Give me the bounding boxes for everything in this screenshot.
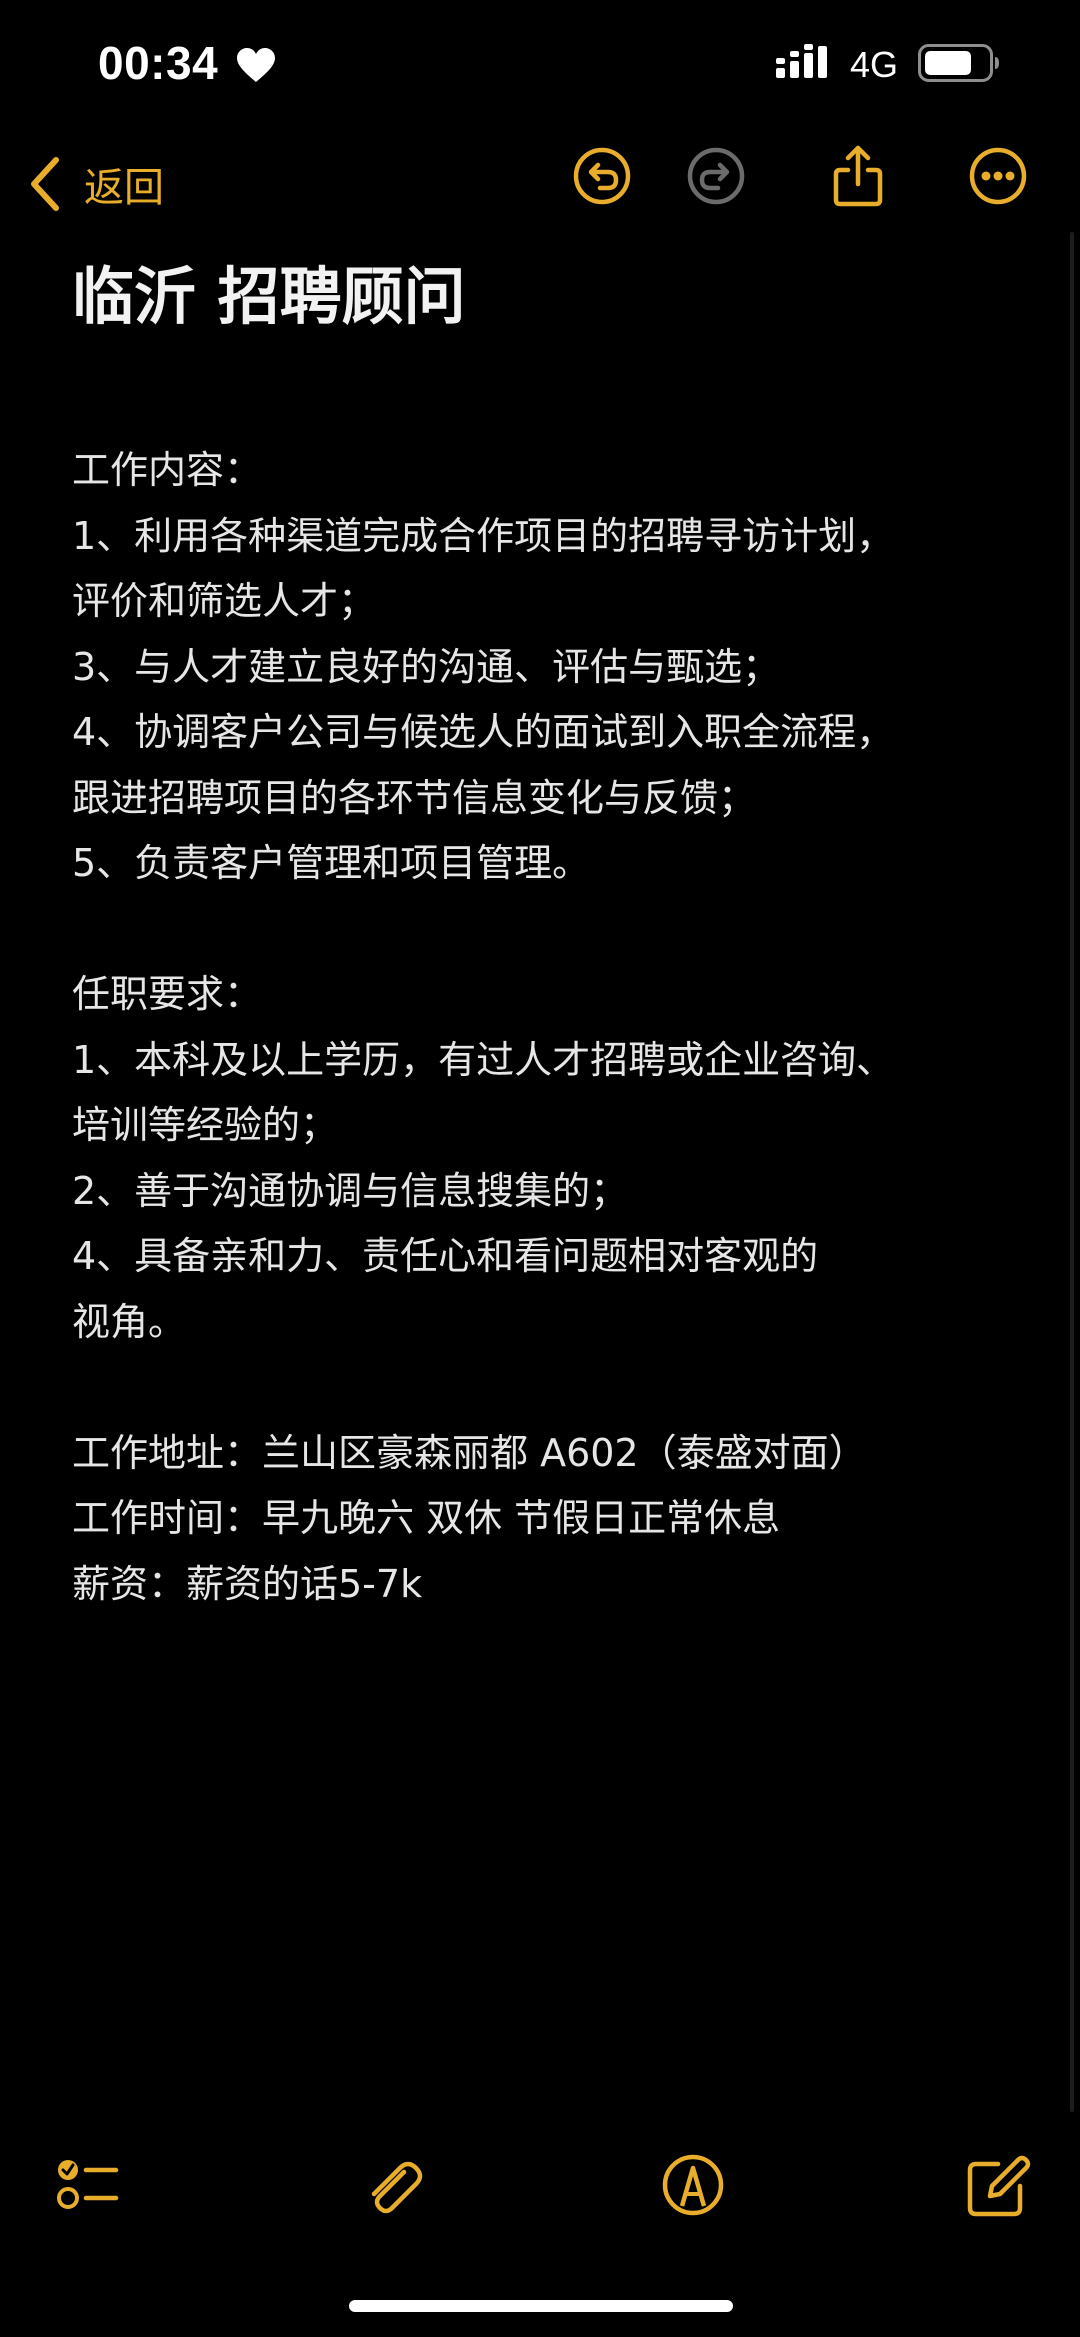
- requirement-line: 视角。: [72, 1299, 187, 1344]
- note-title: 临沂 招聘顾问: [72, 260, 466, 333]
- markup-button[interactable]: [658, 2150, 728, 2220]
- requirement-line: 4、具备亲和力、责任心和看问题相对客观的: [72, 1234, 819, 1278]
- battery-icon: [918, 44, 999, 82]
- section-heading-duties: 工作内容：: [72, 448, 263, 492]
- note-body: 工作内容： 1、利用各种渠道完成合作项目的招聘寻访计划， 评价和筛选人才； 3、…: [72, 438, 1012, 1617]
- bottom-toolbar: [0, 2150, 1080, 2240]
- back-label: 返回: [84, 165, 164, 211]
- attachment-button[interactable]: [358, 2150, 428, 2220]
- share-button[interactable]: [826, 144, 890, 208]
- more-button[interactable]: [966, 144, 1030, 208]
- attachment-icon: [371, 2161, 423, 2214]
- requirement-line: 培训等经验的；: [72, 1103, 339, 1147]
- duty-line: 评价和筛选人才；: [72, 579, 377, 623]
- undo-button[interactable]: [570, 144, 634, 208]
- scroll-indicator[interactable]: [1070, 232, 1074, 2112]
- duty-line: 跟进招聘项目的各环节信息变化与反馈；: [72, 775, 757, 820]
- requirement-line: 2、善于沟通协调与信息搜集的；: [72, 1168, 629, 1213]
- requirement-line: 1、本科及以上学历，有过人才招聘或企业咨询、: [72, 1037, 895, 1082]
- share-icon: [833, 145, 883, 207]
- work-address: 工作地址：兰山区豪森丽都 A602（泰盛对面）: [72, 1430, 867, 1475]
- redo-button[interactable]: [684, 144, 748, 208]
- chevron-left-icon: [31, 157, 59, 211]
- redo-icon: [687, 147, 745, 205]
- status-time: 00:34: [98, 37, 219, 89]
- compose-button[interactable]: [962, 2150, 1032, 2220]
- salary: 薪资：薪资的话5-7k: [72, 1561, 423, 1606]
- heart-icon: [237, 48, 275, 82]
- duty-line: 5、负责客户管理和项目管理。: [72, 841, 591, 885]
- more-icon: [969, 147, 1027, 205]
- compose-icon: [967, 2155, 1031, 2217]
- note-content[interactable]: 临沂 招聘顾问 工作内容： 1、利用各种渠道完成合作项目的招聘寻访计划， 评价和…: [72, 240, 1012, 1617]
- duty-line: 4、协调客户公司与候选人的面试到入职全流程，: [72, 710, 895, 754]
- nav-bar: 返回: [0, 130, 1080, 240]
- back-button[interactable]: 返回: [28, 144, 164, 224]
- markup-icon: [662, 2154, 724, 2216]
- status-bar: 00:34 4G: [0, 0, 1080, 130]
- duty-line: 3、与人才建立良好的沟通、评估与甄选；: [72, 644, 781, 689]
- checklist-button[interactable]: [52, 2150, 122, 2220]
- home-indicator[interactable]: [349, 2300, 733, 2312]
- undo-icon: [573, 147, 631, 205]
- work-hours: 工作时间：早九晚六 双休 节假日正常休息: [72, 1496, 781, 1540]
- checklist-icon: [57, 2160, 119, 2209]
- network-label: 4G: [850, 44, 899, 85]
- signal-icon: [776, 44, 827, 78]
- duty-line: 1、利用各种渠道完成合作项目的招聘寻访计划，: [72, 513, 895, 558]
- section-heading-requirements: 任职要求：: [72, 972, 263, 1016]
